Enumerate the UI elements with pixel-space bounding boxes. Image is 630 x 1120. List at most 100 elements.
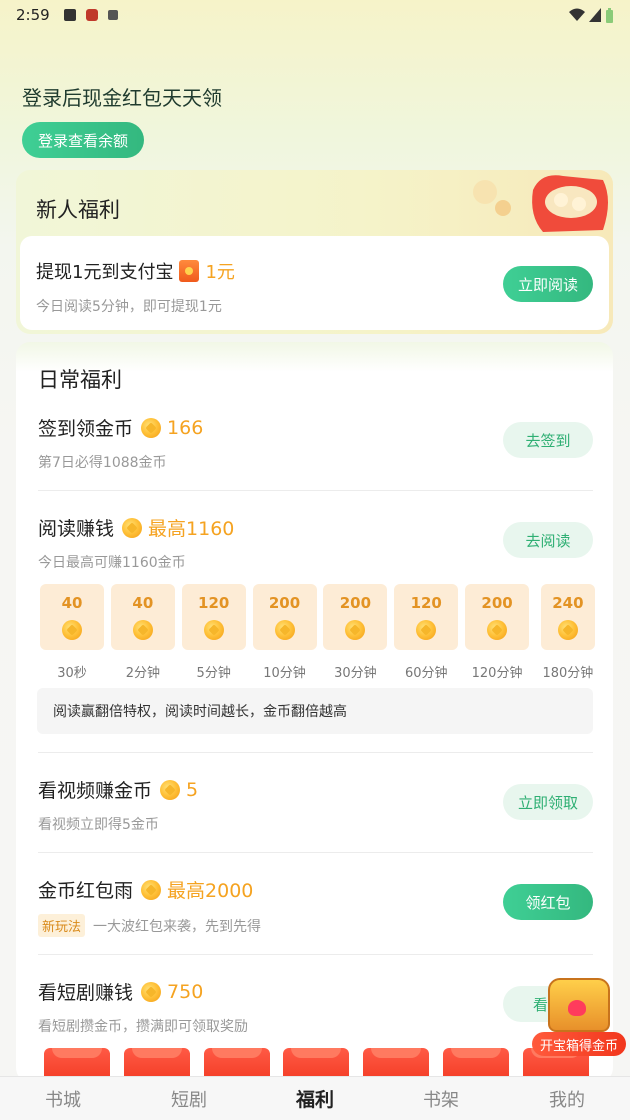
read-task-name-row: 阅读赚钱 最高1160 bbox=[38, 514, 234, 541]
tier-value: 200 bbox=[339, 594, 372, 612]
stop-icon bbox=[63, 9, 76, 21]
read-desc: 今日最高可赚1160金币 bbox=[38, 555, 186, 571]
coin-rain-desc-row: 新玩法 一大波红包来袭，先到先得 bbox=[38, 914, 261, 937]
tier-item[interactable]: 200 120分钟 bbox=[465, 584, 530, 681]
coin-rain-name: 金币红包雨 bbox=[38, 880, 134, 902]
get-red-packet-button[interactable]: 领红包 bbox=[503, 884, 593, 920]
a-icon bbox=[107, 10, 118, 20]
coin-rain-task-name-row: 金币红包雨 最高2000 bbox=[38, 876, 253, 903]
red-envelope-gift-icon bbox=[473, 175, 608, 232]
coin-icon bbox=[274, 620, 295, 640]
app-icon bbox=[85, 9, 98, 21]
tier-item[interactable]: 120 5分钟 bbox=[181, 584, 246, 681]
checkin-task: 签到领金币 166 第7日必得1088金币 去签到 bbox=[38, 414, 593, 474]
read-task: 阅读赚钱 最高1160 今日最高可赚1160金币 去阅读 bbox=[38, 514, 593, 574]
tier-item[interactable]: 200 30分钟 bbox=[323, 584, 388, 681]
treasure-chest-label: 开宝箱得金币 bbox=[532, 1032, 626, 1056]
tier-value: 120 bbox=[198, 594, 230, 612]
divider bbox=[38, 490, 593, 491]
withdraw-task-label: 提现1元到支付宝 bbox=[36, 262, 174, 283]
drama-desc: 看短剧攒金币，攒满即可领取奖励 bbox=[38, 1019, 248, 1035]
tier-label: 60分钟 bbox=[404, 666, 448, 681]
tier-label: 10分钟 bbox=[263, 666, 306, 681]
tier-label: 120分钟 bbox=[471, 666, 523, 681]
coin-rain-task: 金币红包雨 最高2000 新玩法 一大波红包来袭，先到先得 领红包 bbox=[38, 876, 593, 937]
withdraw-task-desc: 今日阅读5分钟，即可提现1元 bbox=[36, 299, 222, 315]
coin-icon bbox=[141, 981, 162, 1002]
tab-bookshelf[interactable]: 书架 bbox=[378, 1077, 504, 1120]
video-reward: 5 bbox=[186, 778, 199, 801]
status-bar: 2:59 bbox=[0, 0, 630, 30]
wifi-icon bbox=[569, 8, 585, 21]
checkin-name: 签到领金币 bbox=[38, 418, 134, 440]
video-task: 看视频赚金币 5 看视频立即得5金币 立即领取 bbox=[38, 776, 593, 836]
coin-icon bbox=[345, 620, 366, 640]
heart-icon bbox=[568, 1000, 586, 1016]
tab-mine[interactable]: 我的 bbox=[504, 1077, 630, 1120]
login-button[interactable]: 登录查看余额 bbox=[22, 122, 144, 158]
divider bbox=[38, 954, 593, 955]
signal-icon bbox=[589, 8, 601, 22]
tier-item[interactable]: 40 30秒 bbox=[40, 584, 104, 681]
claim-now-button[interactable]: 立即领取 bbox=[503, 784, 593, 820]
bottom-tab-bar: 书城 短剧 福利 书架 我的 bbox=[0, 1076, 630, 1120]
hero-title: 登录后现金红包天天领 bbox=[22, 86, 222, 110]
tab-benefits[interactable]: 福利 bbox=[252, 1077, 378, 1120]
read-now-button[interactable]: 立即阅读 bbox=[503, 266, 593, 302]
tier-item[interactable]: 200 10分钟 bbox=[252, 584, 317, 681]
withdraw-task-title: 提现1元到支付宝 1元 bbox=[36, 258, 235, 284]
checkin-reward: 166 bbox=[167, 416, 204, 439]
drama-task: 看短剧赚钱 750 看短剧攒金币，攒满即可领取奖励 看短 bbox=[38, 978, 593, 1038]
go-read-button[interactable]: 去阅读 bbox=[503, 522, 593, 558]
video-name: 看视频赚金币 bbox=[38, 780, 153, 802]
coin-icon bbox=[416, 620, 437, 640]
treasure-chest-button[interactable]: 开宝箱得金币 bbox=[530, 968, 628, 1058]
coin-icon bbox=[141, 879, 162, 900]
drama-name: 看短剧赚钱 bbox=[38, 982, 134, 1004]
tier-item[interactable]: 40 2分钟 bbox=[110, 584, 175, 681]
coin-rain-desc: 一大波红包来袭，先到先得 bbox=[93, 918, 262, 935]
tier-value: 40 bbox=[132, 594, 154, 612]
read-name: 阅读赚钱 bbox=[38, 518, 115, 540]
daily-benefits: 日常福利 签到领金币 166 第7日必得1088金币 去签到 阅读赚钱 最高11… bbox=[16, 342, 613, 1082]
coin-icon bbox=[62, 620, 82, 640]
battery-icon bbox=[606, 7, 613, 23]
newbie-title: 新人福利 bbox=[36, 198, 120, 222]
read-reward: 最高1160 bbox=[148, 518, 235, 540]
video-desc: 看视频立即得5金币 bbox=[38, 817, 159, 833]
coin-icon bbox=[160, 779, 181, 800]
withdraw-amount: 1元 bbox=[205, 262, 235, 283]
reading-tiers: 40 30秒 40 2分钟 120 5分钟 200 10分钟 200 30分钟 120 60… bbox=[40, 584, 600, 681]
divider bbox=[38, 852, 593, 853]
coin-rain-reward: 最高2000 bbox=[167, 880, 254, 902]
tier-value: 240 bbox=[552, 594, 584, 612]
coin-icon bbox=[122, 517, 143, 538]
checkin-desc: 第7日必得1088金币 bbox=[38, 455, 167, 471]
checkin-button[interactable]: 去签到 bbox=[503, 422, 593, 458]
tier-value: 120 bbox=[410, 594, 442, 612]
tier-value: 40 bbox=[61, 594, 83, 612]
coin-icon bbox=[203, 620, 224, 640]
tab-short-drama[interactable]: 短剧 bbox=[126, 1077, 252, 1120]
tier-label: 180分钟 bbox=[542, 666, 594, 681]
daily-title: 日常福利 bbox=[38, 368, 122, 392]
checkin-task-name-row: 签到领金币 166 bbox=[38, 414, 203, 441]
reading-tip: 阅读赢翻倍特权，阅读时间越长，金币翻倍越高 bbox=[37, 688, 593, 734]
video-task-name-row: 看视频赚金币 5 bbox=[38, 776, 198, 803]
new-play-badge: 新玩法 bbox=[38, 914, 86, 937]
coin-icon bbox=[487, 620, 508, 640]
tier-item[interactable]: 120 60分钟 bbox=[394, 584, 459, 681]
coin-icon bbox=[132, 620, 153, 640]
red-packet-icon bbox=[179, 260, 200, 282]
tier-label: 2分钟 bbox=[125, 666, 160, 681]
status-time: 2:59 bbox=[16, 6, 50, 24]
tier-item[interactable]: 240 180分钟 bbox=[536, 584, 600, 681]
coin-icon bbox=[557, 620, 578, 640]
tab-bookstore[interactable]: 书城 bbox=[0, 1077, 126, 1120]
tier-value: 200 bbox=[268, 594, 301, 612]
tier-label: 5分钟 bbox=[196, 666, 231, 681]
drama-task-name-row: 看短剧赚钱 750 bbox=[38, 978, 203, 1005]
tier-label: 30秒 bbox=[57, 666, 87, 681]
newbie-benefits: 新人福利 提现1元到支付宝 1元 今日阅读5分钟，即可提现1元 立即阅读 bbox=[16, 170, 613, 334]
tier-value: 200 bbox=[481, 594, 513, 612]
